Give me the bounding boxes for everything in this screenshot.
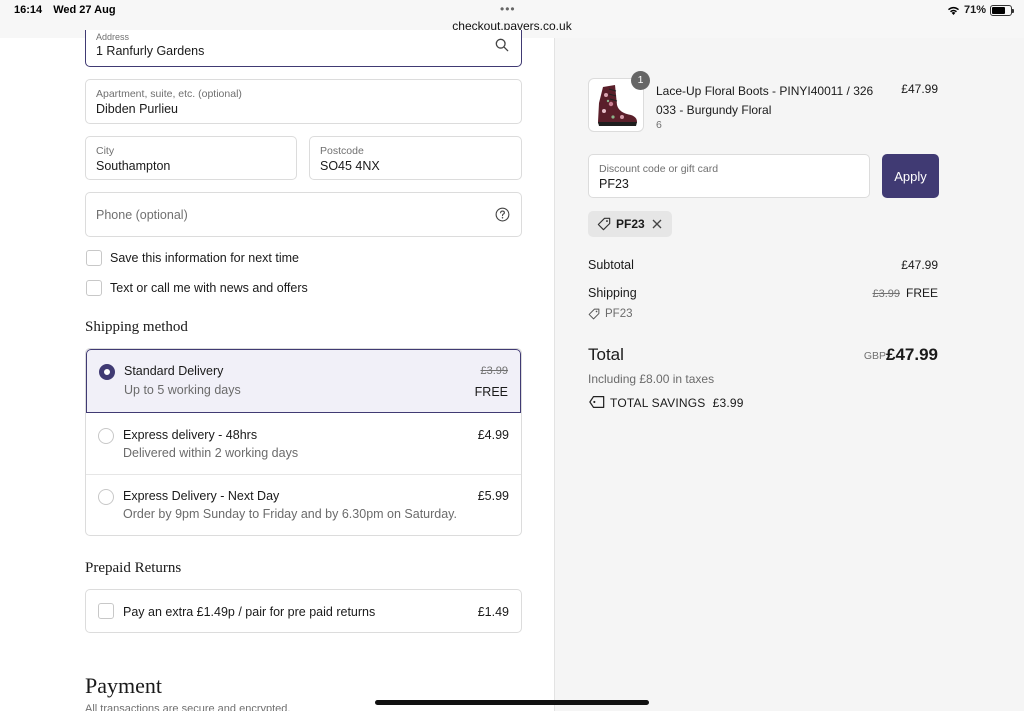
payment-subtitle: All transactions are secure and encrypte… bbox=[85, 703, 291, 711]
radio-next-day[interactable] bbox=[98, 489, 114, 505]
shipping-express48-subtitle: Delivered within 2 working days bbox=[123, 446, 299, 460]
radio-express-48[interactable] bbox=[98, 428, 114, 444]
apartment-value: Dibden Purlieu bbox=[96, 102, 178, 116]
apartment-field[interactable]: Apartment, suite, etc. (optional) Dibden… bbox=[85, 79, 522, 124]
close-icon[interactable] bbox=[652, 219, 662, 229]
shipping-nextday-price: £5.99 bbox=[477, 489, 509, 503]
payment-title: Payment bbox=[85, 673, 162, 698]
radio-standard[interactable] bbox=[99, 364, 115, 380]
city-label: City bbox=[96, 145, 115, 157]
prepaid-returns-price: £1.49 bbox=[477, 605, 509, 619]
product-size: 6 bbox=[656, 119, 662, 131]
save-info-label[interactable]: Save this information for next time bbox=[110, 251, 299, 265]
shipping-nextday-subtitle: Order by 9pm Sunday to Friday and by 6.3… bbox=[123, 507, 457, 521]
prepaid-returns-checkbox[interactable] bbox=[98, 603, 114, 619]
shipping-option-next-day[interactable]: Express Delivery - Next Day Order by 9pm… bbox=[86, 475, 521, 535]
postcode-value: SO45 4NX bbox=[320, 159, 380, 173]
search-icon[interactable] bbox=[495, 38, 509, 52]
product-price: £47.99 bbox=[901, 82, 938, 96]
shipping-original-price: £3.99 bbox=[872, 288, 900, 300]
status-date: Wed 27 Aug bbox=[53, 4, 116, 16]
shipping-express48-price: £4.99 bbox=[477, 428, 509, 442]
quantity-badge: 1 bbox=[631, 71, 650, 90]
prepaid-returns-label: Pay an extra £1.49p / pair for pre paid … bbox=[123, 605, 376, 619]
shipping-options: Standard Delivery Up to 5 working days £… bbox=[85, 348, 522, 536]
shipping-standard-original-price: £3.99 bbox=[480, 365, 508, 377]
wifi-icon bbox=[947, 6, 959, 15]
subtotal-label: Subtotal bbox=[588, 258, 634, 272]
address-field[interactable]: Address 1 Ranfurly Gardens bbox=[85, 30, 522, 67]
status-time: 16:14 bbox=[14, 4, 43, 16]
status-time-date: 16:14 Wed 27 Aug bbox=[14, 4, 124, 16]
city-value: Southampton bbox=[96, 159, 171, 173]
help-circle-icon[interactable] bbox=[495, 207, 510, 222]
apply-discount-button[interactable]: Apply bbox=[882, 154, 939, 198]
tag-icon bbox=[597, 217, 611, 231]
news-offers-label[interactable]: Text or call me with news and offers bbox=[110, 281, 308, 295]
address-value: 1 Ranfurly Gardens bbox=[96, 44, 205, 58]
more-dots-icon[interactable]: ••• bbox=[500, 2, 516, 16]
prepaid-returns-option[interactable]: Pay an extra £1.49p / pair for pre paid … bbox=[85, 589, 522, 633]
product-name: Lace-Up Floral Boots - PINYI40011 / 326 … bbox=[656, 84, 874, 117]
prepaid-returns-title: Prepaid Returns bbox=[85, 560, 182, 576]
discount-code-label: Discount code or gift card bbox=[599, 163, 719, 175]
savings-tag-icon bbox=[589, 396, 605, 408]
battery-fill bbox=[992, 6, 1005, 14]
total-value: £47.99 bbox=[886, 345, 938, 364]
shipping-discount-code: PF23 bbox=[605, 308, 633, 320]
total-label: Total bbox=[588, 345, 624, 364]
shipping-label: Shipping bbox=[588, 286, 637, 300]
shipping-option-standard[interactable]: Standard Delivery Up to 5 working days £… bbox=[86, 349, 521, 413]
total-savings: TOTAL SAVINGS £3.99 bbox=[610, 396, 744, 410]
subtotal-value: £47.99 bbox=[901, 258, 938, 272]
shipping-option-express-48[interactable]: Express delivery - 48hrs Delivered withi… bbox=[86, 413, 521, 475]
applied-discount-chip: PF23 bbox=[588, 211, 672, 237]
tax-note: Including £8.00 in taxes bbox=[588, 372, 715, 386]
shipping-value-group: £3.99 FREE bbox=[872, 286, 938, 300]
postcode-field[interactable]: Postcode SO45 4NX bbox=[309, 136, 522, 180]
tag-icon bbox=[588, 308, 600, 320]
discount-code-field[interactable]: Discount code or gift card PF23 bbox=[588, 154, 870, 198]
news-offers-checkbox[interactable] bbox=[86, 280, 102, 296]
home-indicator[interactable] bbox=[375, 700, 649, 705]
shipping-standard-subtitle: Up to 5 working days bbox=[124, 383, 241, 397]
applied-discount-code: PF23 bbox=[616, 217, 645, 231]
status-right: 71% bbox=[947, 4, 1014, 16]
city-field[interactable]: City Southampton bbox=[85, 136, 297, 180]
apartment-label: Apartment, suite, etc. (optional) bbox=[96, 88, 242, 100]
battery-icon bbox=[990, 4, 1014, 16]
battery-percent: 71% bbox=[963, 4, 986, 16]
shipping-method-title: Shipping method bbox=[85, 319, 188, 335]
discount-code-value: PF23 bbox=[599, 177, 629, 191]
shipping-value: FREE bbox=[905, 286, 938, 300]
phone-field[interactable]: Phone (optional) bbox=[85, 192, 522, 237]
shipping-express48-title: Express delivery - 48hrs bbox=[123, 428, 258, 442]
shipping-nextday-title: Express Delivery - Next Day bbox=[123, 489, 280, 503]
total-currency: GBP bbox=[863, 350, 886, 362]
phone-placeholder: Phone (optional) bbox=[96, 208, 188, 222]
postcode-label: Postcode bbox=[320, 145, 364, 157]
address-label: Address bbox=[96, 32, 130, 42]
shipping-standard-price: FREE bbox=[474, 385, 508, 399]
shipping-standard-title: Standard Delivery bbox=[124, 364, 224, 378]
save-info-checkbox[interactable] bbox=[86, 250, 102, 266]
